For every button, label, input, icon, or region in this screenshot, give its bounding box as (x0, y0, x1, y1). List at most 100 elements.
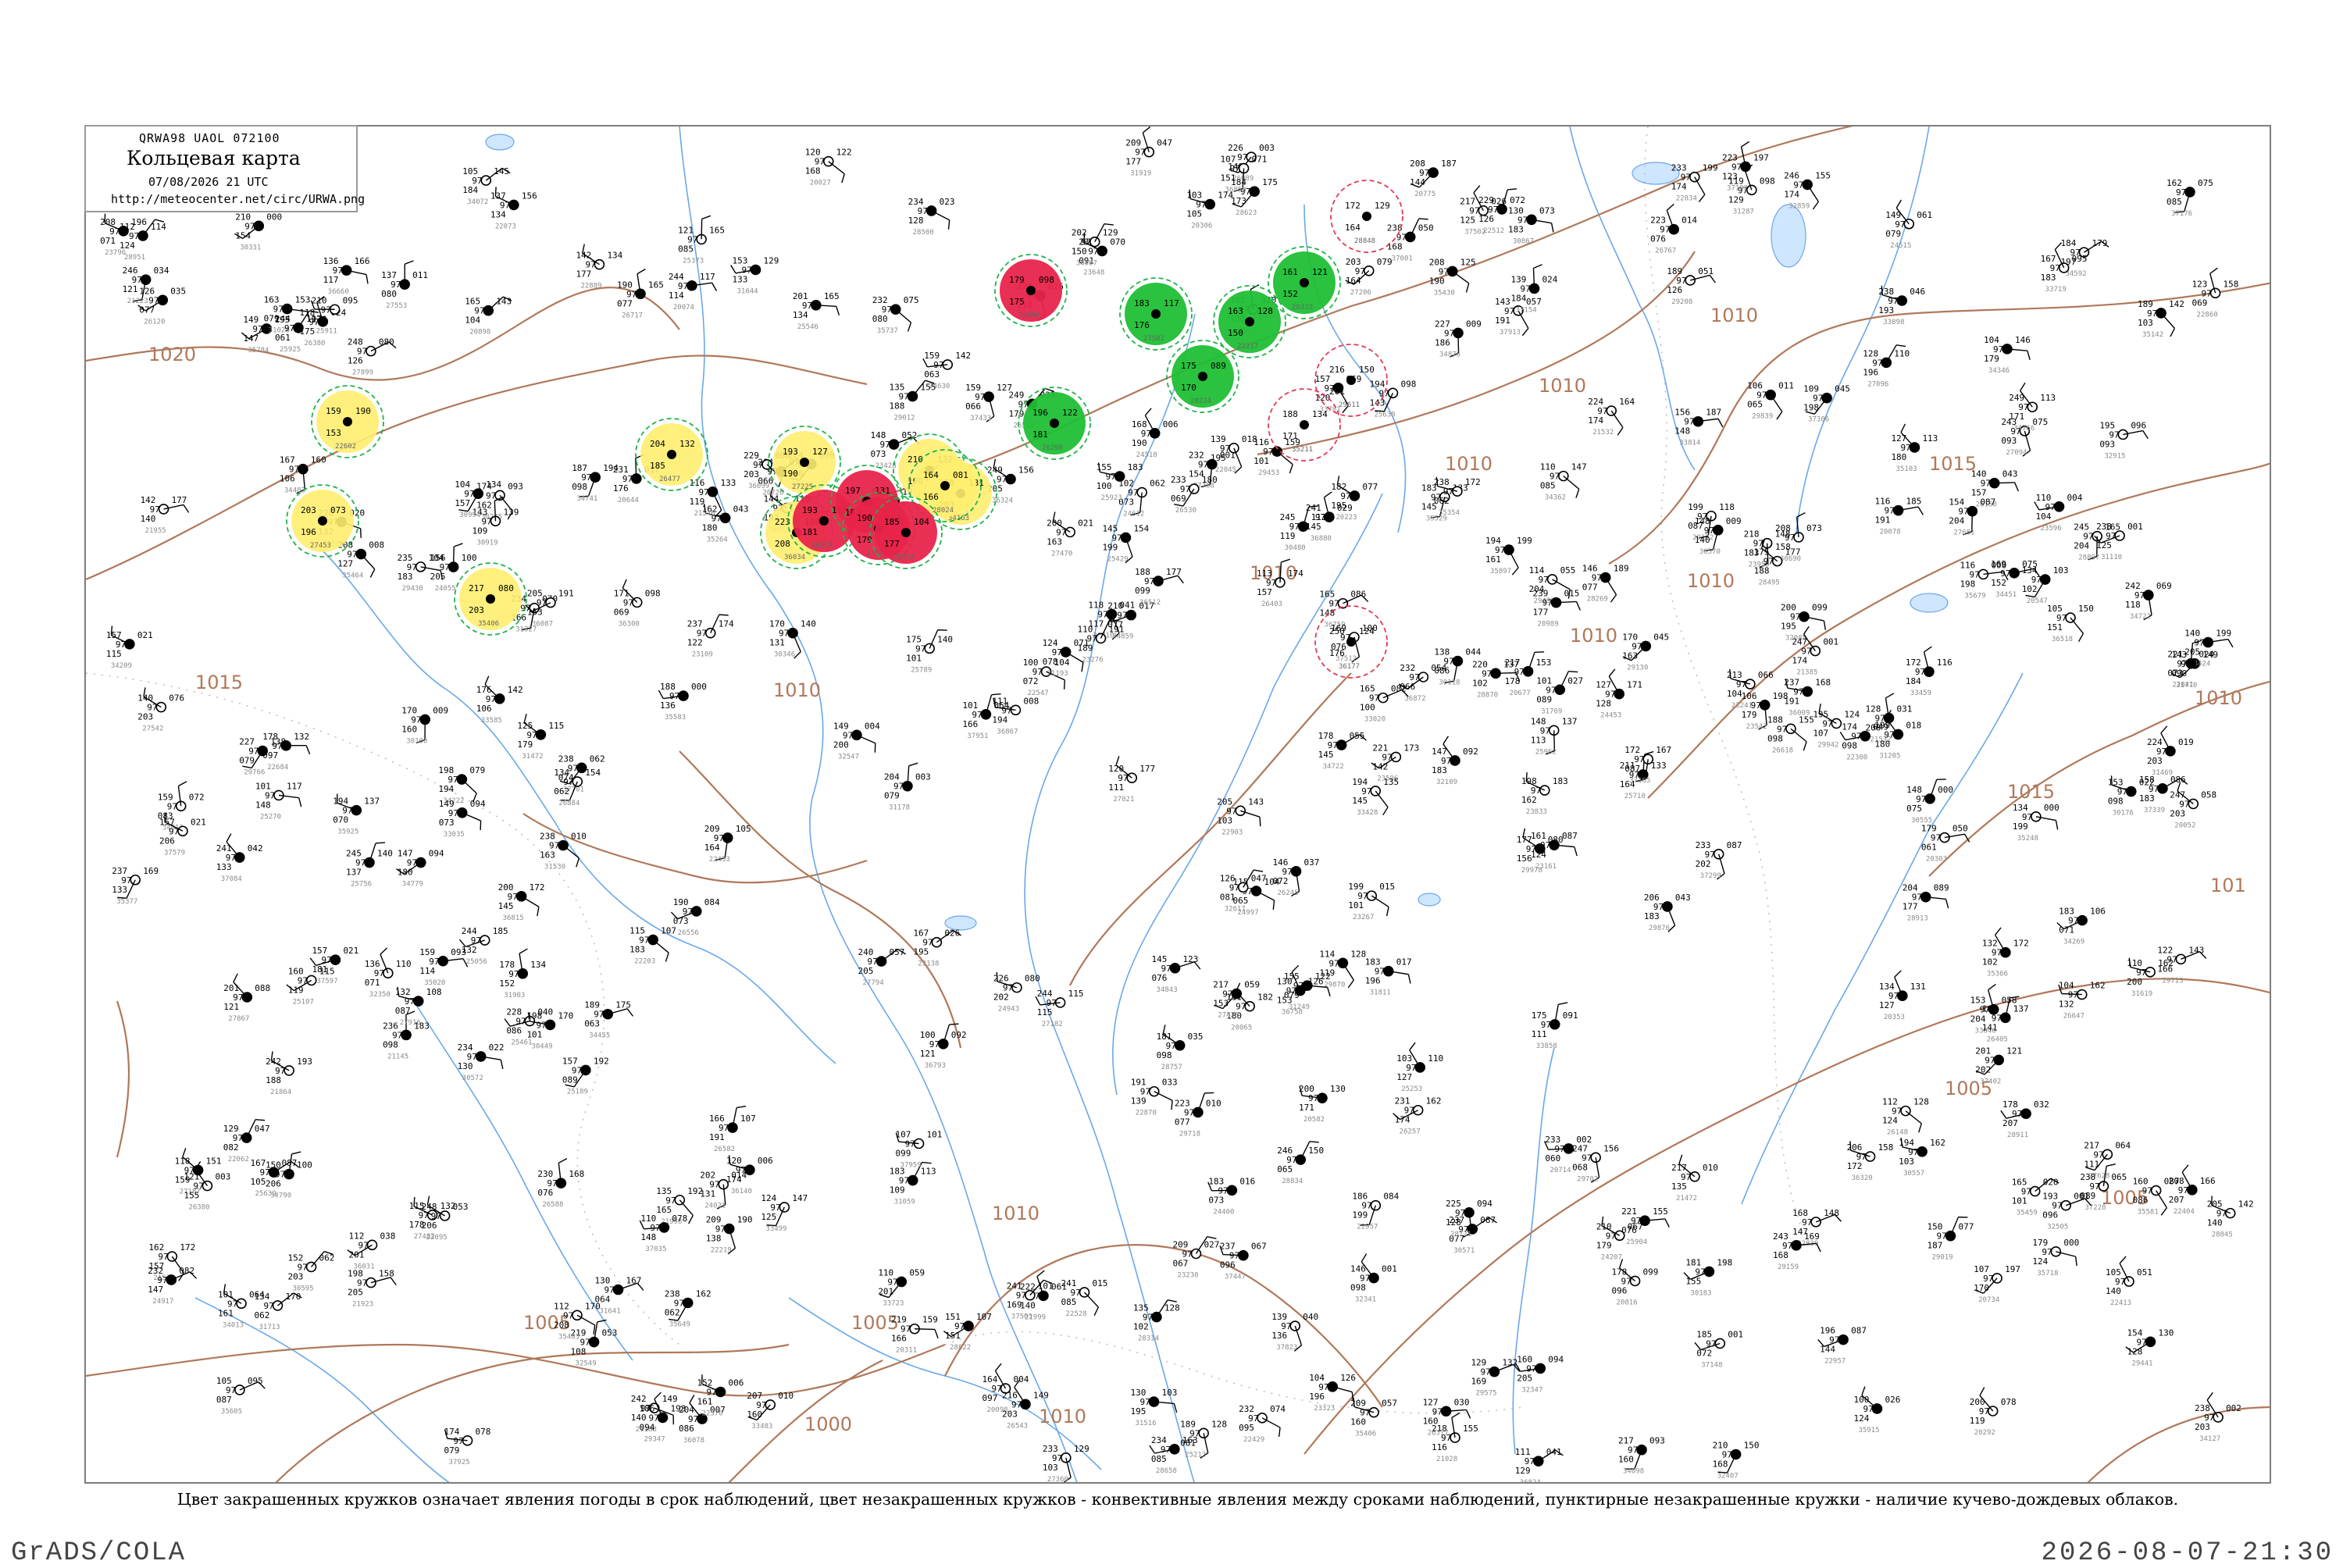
station-index: 22903 (1221, 829, 1243, 836)
station-vis: 97 (158, 1252, 168, 1262)
station-vis: 97 (1220, 444, 1230, 454)
station-model: 2431691689729159 (1773, 1231, 1821, 1271)
station-vis: 97 (233, 992, 243, 1003)
station-model: 1871940989734741 (572, 463, 619, 503)
station-index: 26884 (558, 800, 580, 807)
station-index: 23095 (426, 1234, 448, 1242)
station-model: 2211550769725904 (1621, 1206, 1669, 1246)
station-dewpoint: 119 (1280, 531, 1296, 541)
station-pressure: 080 (1025, 974, 1040, 984)
station-pressure: 073 (1539, 205, 1555, 216)
station-index: 22203 (634, 958, 655, 966)
station-model: 1480091409736570 (1695, 516, 1742, 556)
station-vis: 97 (1237, 152, 1247, 162)
station-dewpoint: 193 (1878, 305, 1894, 315)
station-model: 1480000759730555 (1906, 779, 1953, 825)
wind-feather (1383, 807, 1388, 815)
station-model: 2181551169721028 (1432, 1413, 1478, 1463)
station-dewpoint: 143 (1369, 397, 1385, 408)
station-pressure: 001 (1382, 1264, 1397, 1274)
station-pressure: 191 (558, 589, 574, 599)
station-index: 34483 (284, 487, 305, 495)
station-vis: 97 (1222, 989, 1232, 1000)
station-pressure: 166 (355, 256, 370, 266)
station-pressure: 087 (282, 1158, 298, 1168)
station-vis: 97 (1361, 786, 1371, 796)
station-pressure: 113 (921, 1167, 936, 1177)
wind-feather (1279, 1427, 1280, 1437)
station-dewpoint: 173 (1231, 196, 1246, 206)
station-model: 2400572059727794 (858, 947, 906, 987)
station-vis: 97 (699, 487, 709, 497)
station-model: 2010881219727867 (223, 974, 270, 1023)
station-pressure: 159 (922, 1315, 938, 1325)
station-vis: 97 (770, 1203, 780, 1213)
station-pressure: 092 (951, 1030, 967, 1040)
station-dewpoint: 200 (2127, 977, 2142, 987)
station-temp: 179 (1009, 275, 1025, 285)
station-model: 1570211159734209 (106, 626, 153, 670)
station-dewpoint: 128 (908, 216, 924, 226)
station-index: 36034 (784, 554, 805, 561)
station-index: 27021 (1113, 796, 1134, 804)
station-model: 1680061909724510 (1132, 408, 1179, 459)
station-model: 2270091869734875 (1435, 319, 1482, 358)
station-index: 20353 (1884, 1014, 1905, 1021)
isobar-label: 1015 (195, 672, 243, 693)
station-index: 35718 (2037, 1270, 2058, 1278)
station-pressure: 155 (920, 383, 936, 393)
station-vis: 97 (355, 858, 366, 868)
station-model: 1290470829722062 (223, 1120, 270, 1164)
station-model: 1750911119733858 (1532, 1003, 1578, 1050)
station-vis: 97 (815, 157, 825, 167)
station-vis: 97 (1141, 429, 1151, 439)
station-pressure: 011 (412, 270, 428, 280)
station-dewpoint: 170 (1181, 383, 1196, 393)
station-dewpoint: 076 (1621, 1225, 1637, 1235)
station-pressure: 101 (927, 1130, 943, 1140)
station-vis: 97 (1958, 507, 1968, 517)
station-index: 28913 (1907, 915, 1928, 923)
wind-feather (1667, 204, 1674, 210)
station-dewpoint: 188 (1754, 566, 1770, 576)
station-vis: 97 (1540, 840, 1550, 850)
station-pressure: 095 (2072, 254, 2088, 264)
station-index: 37339 (2144, 807, 2165, 814)
synoptic-map: 1020101510101010101010101010101010101015… (84, 125, 2271, 1484)
station-model: 2441171149720074 (669, 272, 717, 312)
station-dewpoint: 194 (992, 715, 1007, 725)
station-vis: 97 (321, 955, 331, 965)
station-vis: 97 (2052, 1201, 2062, 1211)
station-index: 30572 (462, 1074, 483, 1082)
station-vis: 97 (407, 562, 417, 572)
station-vis: 97 (1382, 752, 1392, 762)
station-pressure: 167 (626, 1276, 642, 1286)
station-dewpoint: 174 (1395, 1115, 1410, 1125)
station-index: 28822 (950, 1344, 971, 1352)
station-model: 2051431039722903 (1217, 796, 1264, 836)
station-model: 1251151799731472 (517, 714, 564, 761)
station-pressure: 070 (1110, 237, 1125, 247)
station-index: 29130 (1627, 664, 1648, 672)
wind-feather (242, 766, 251, 768)
station-dewpoint: 208 (554, 1320, 569, 1330)
wind-barb (454, 547, 455, 567)
station-index: 28269 (1587, 596, 1608, 604)
station-vis: 97 (1888, 991, 1899, 1001)
wind-barb (915, 1329, 935, 1330)
station-vis: 97 (1480, 1367, 1490, 1377)
station-dewpoint: 160 (1350, 1417, 1366, 1427)
station-index: 28834 (1282, 1178, 1303, 1185)
station-circle (480, 935, 490, 945)
station-circle (1346, 376, 1356, 385)
station-pressure: 150 (1744, 1440, 1760, 1450)
station-vis: 97 (1189, 1428, 1200, 1438)
station-vis: 97 (1872, 358, 1882, 368)
wind-feather (370, 569, 374, 578)
station-index: 27681 (1953, 529, 1974, 537)
station-pressure: 078 (2001, 1397, 2017, 1407)
station-index: 22528 (1066, 1310, 1087, 1318)
station-index: 28045 (2212, 1231, 2233, 1239)
station-vis: 97 (2134, 590, 2145, 600)
station-model: 1721161849733459 (1906, 647, 1952, 697)
